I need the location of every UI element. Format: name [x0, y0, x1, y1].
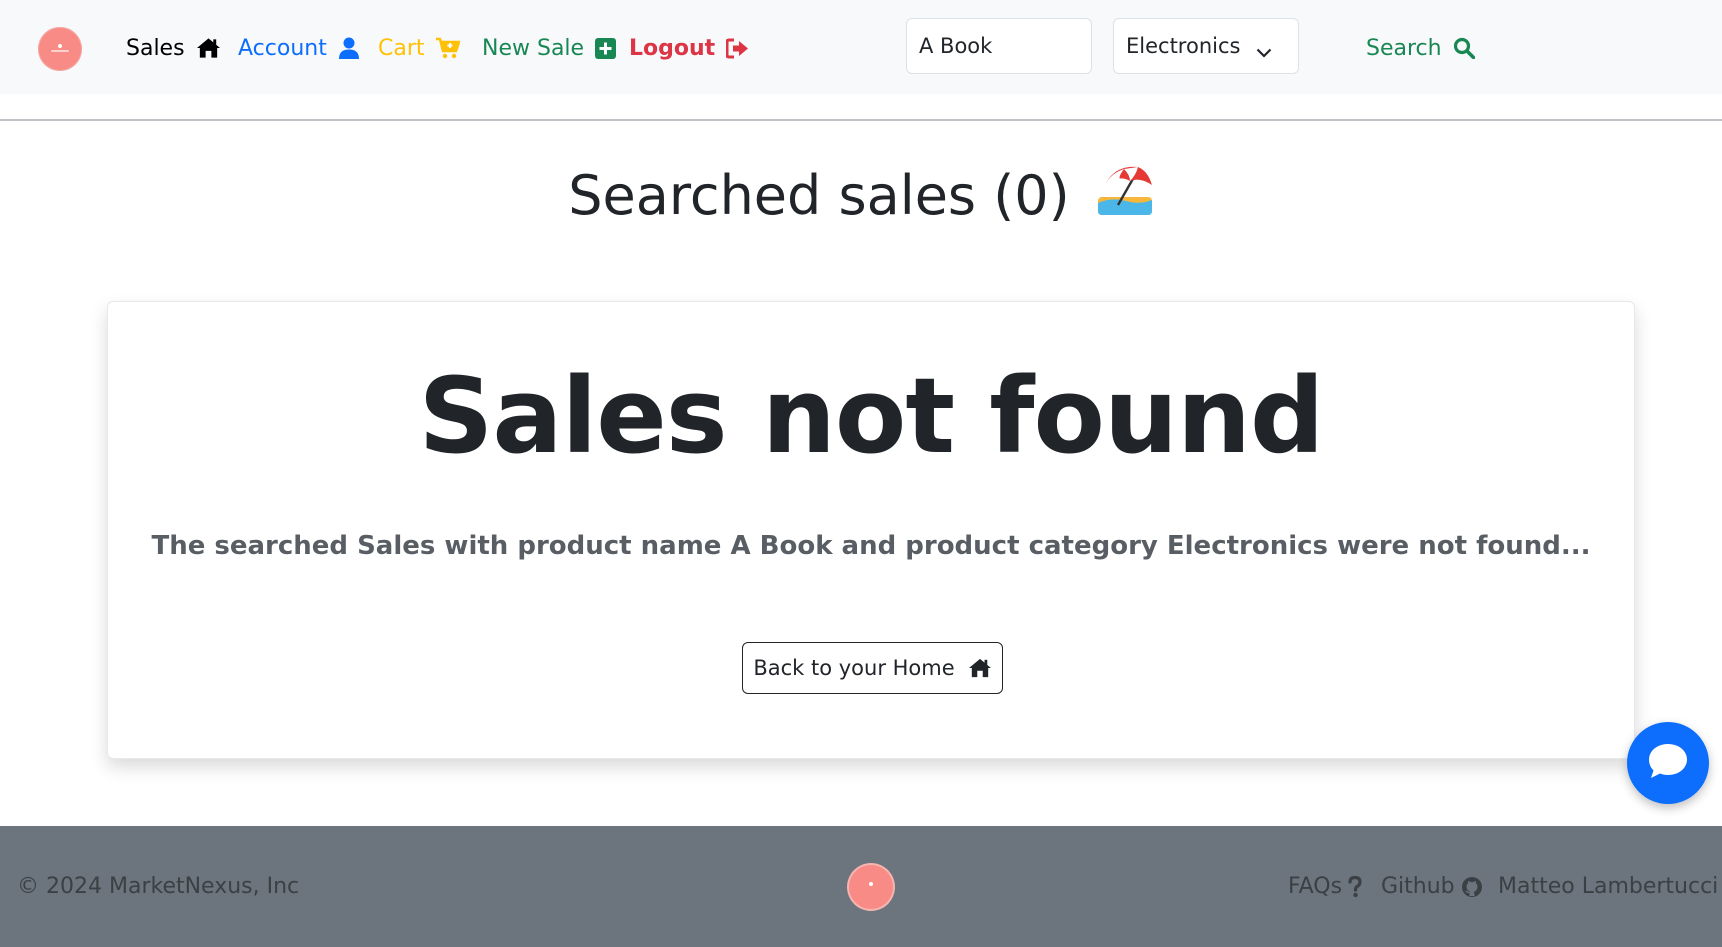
navbar: Sales Account Cart New Sale Logout Elect… — [0, 0, 1722, 94]
footer-copyright: © 2024 MarketNexus, Inc — [17, 874, 300, 899]
category-select-value: Electronics — [1126, 34, 1241, 58]
magnifier-icon — [1453, 37, 1475, 59]
nav-account-label: Account — [238, 35, 327, 61]
chat-button[interactable] — [1627, 722, 1709, 804]
footer: © 2024 MarketNexus, Inc FAQs Github Matt… — [0, 826, 1722, 947]
footer-logo[interactable] — [849, 865, 893, 909]
search-button-label: Search — [1366, 35, 1442, 61]
github-icon — [1461, 876, 1483, 898]
sign-out-icon — [726, 38, 749, 59]
footer-author-label: Matteo Lambertucci — [1498, 874, 1719, 899]
nav-new-sale-label: New Sale — [482, 35, 585, 61]
home-icon — [968, 658, 992, 678]
chevron-down-icon — [1256, 39, 1272, 63]
beach-umbrella-icon — [1096, 163, 1154, 235]
nav-sales-link[interactable]: Sales — [126, 30, 221, 66]
search-button[interactable]: Search — [1366, 30, 1475, 66]
not-found-heading: Sales not found — [418, 355, 1324, 477]
home-icon — [196, 37, 221, 59]
nav-sales-label: Sales — [126, 35, 185, 61]
user-icon — [338, 37, 360, 59]
navbar-divider — [0, 119, 1722, 121]
chat-bubble-icon — [1646, 741, 1690, 785]
search-input[interactable] — [906, 18, 1092, 74]
square-plus-icon — [595, 37, 617, 59]
footer-logo-mark — [869, 882, 873, 886]
brand-logo[interactable] — [38, 27, 82, 71]
footer-author-link[interactable]: Matteo Lambertucci — [1498, 874, 1722, 899]
footer-faqs-link[interactable]: FAQs — [1288, 874, 1362, 899]
logo-mark — [58, 44, 62, 48]
footer-github-link[interactable]: Github — [1381, 874, 1483, 899]
nav-cart-link[interactable]: Cart — [378, 30, 460, 66]
cart-plus-icon — [435, 37, 460, 59]
not-found-message: The searched Sales with product name A B… — [151, 531, 1591, 561]
nav-logout-label: Logout — [629, 35, 716, 61]
category-select[interactable]: Electronics — [1113, 18, 1299, 74]
back-to-home-label: Back to your Home — [753, 656, 955, 680]
nav-account-link[interactable]: Account — [238, 30, 360, 66]
not-found-card: Sales not found The searched Sales with … — [107, 301, 1635, 759]
nav-logout-link[interactable]: Logout — [629, 30, 749, 66]
footer-faqs-label: FAQs — [1288, 874, 1343, 899]
question-icon — [1348, 875, 1362, 898]
footer-github-label: Github — [1381, 874, 1455, 899]
logo-mark-bar — [51, 50, 69, 52]
back-to-home-button[interactable]: Back to your Home — [742, 642, 1003, 694]
nav-new-sale-link[interactable]: New Sale — [482, 30, 617, 66]
nav-cart-label: Cart — [378, 35, 425, 61]
page-title: Searched sales (0) — [0, 160, 1722, 235]
page-title-text: Searched sales (0) — [568, 164, 1070, 227]
